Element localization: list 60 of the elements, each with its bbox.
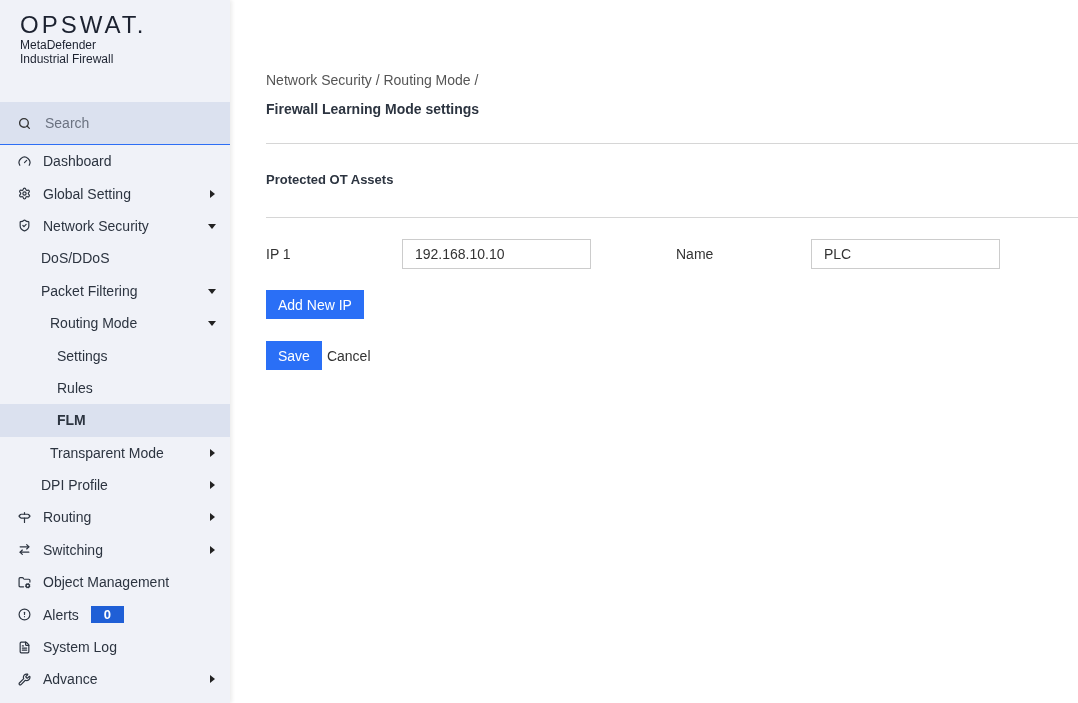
search-field[interactable]: Search <box>43 114 197 132</box>
field-label: IP 1 <box>266 246 292 262</box>
sidebar-label: Alerts <box>43 606 79 623</box>
sidebar-label: Packet Filtering <box>41 282 138 299</box>
product-name: MetaDefender <box>20 38 98 52</box>
add-ip-button[interactable]: Add New IP <box>266 290 364 319</box>
sidebar-item[interactable]: Network Security <box>0 209 230 243</box>
sidebar-item[interactable]: Routing <box>0 501 230 534</box>
sidebar-item[interactable]: Settings <box>0 339 230 372</box>
cancel-button[interactable]: Cancel <box>321 347 376 364</box>
menu-icon <box>18 511 31 524</box>
menu-icon <box>18 608 31 622</box>
save-button[interactable]: Save <box>266 341 322 370</box>
sidebar-item[interactable]: Alerts 0 <box>0 598 230 631</box>
sidebar-item[interactable]: Dashboard <box>0 145 230 178</box>
search-bar[interactable]: Search <box>0 102 230 145</box>
sidebar-label: Routing <box>43 509 92 526</box>
product-name: Industrial Firewall <box>20 52 115 66</box>
menu-icon <box>18 640 31 654</box>
sidebar-item[interactable]: Object Management <box>0 566 230 599</box>
sidebar-label: Settings <box>57 347 108 364</box>
menu-icon <box>18 219 31 233</box>
ip-input[interactable]: 192.168.10.10 <box>402 239 591 269</box>
sidebar-item[interactable]: Rules <box>0 371 230 405</box>
breadcrumb: Network Security / Routing Mode / <box>266 72 480 88</box>
menu-icon <box>18 672 31 686</box>
sidebar-label: FLM <box>57 412 86 429</box>
name-input[interactable]: PLC <box>811 239 1000 269</box>
sidebar-label: Dashboard <box>43 153 112 170</box>
search-icon <box>18 116 31 130</box>
sidebar-label: Global Setting <box>43 185 131 202</box>
sidebar-label: Network Security <box>43 217 149 234</box>
sidebar-item[interactable]: Packet Filtering <box>0 274 230 307</box>
sidebar-item[interactable]: Switching <box>0 533 230 567</box>
alert-count-badge: 0 <box>90 606 125 624</box>
menu-icon <box>18 543 31 557</box>
field-label: Name <box>676 246 715 262</box>
menu-icon <box>18 575 31 589</box>
sidebar-item[interactable]: Advance <box>0 663 230 696</box>
sidebar-label: DoS/DDoS <box>41 250 110 267</box>
sidebar-label: Routing Mode <box>50 315 138 332</box>
brand-logo: OPSWAT. <box>20 12 148 38</box>
sidebar-label: DPI Profile <box>41 477 108 494</box>
sidebar-label: Advance <box>43 671 98 688</box>
page-title: Firewall Learning Mode settings <box>266 101 481 117</box>
sidebar-item[interactable]: FLM <box>0 404 230 437</box>
sidebar-label: Rules <box>57 379 93 396</box>
section-title: Protected OT Assets <box>266 172 395 187</box>
sidebar-label: Transparent Mode <box>50 444 164 461</box>
sidebar-label: Object Management <box>43 574 170 591</box>
sidebar-item[interactable]: DoS/DDoS <box>0 242 230 275</box>
sidebar-label: Switching <box>43 541 103 558</box>
sidebar-item[interactable]: DPI Profile <box>0 468 230 502</box>
sidebar-label: System Log <box>43 639 117 656</box>
sidebar-item[interactable]: Transparent Mode <box>0 436 230 469</box>
sidebar-item[interactable]: Global Setting <box>0 177 230 210</box>
sidebar-item[interactable]: Routing Mode <box>0 306 230 340</box>
menu-icon <box>18 154 31 168</box>
menu-icon <box>18 187 31 201</box>
sidebar-item[interactable]: System Log <box>0 630 230 664</box>
